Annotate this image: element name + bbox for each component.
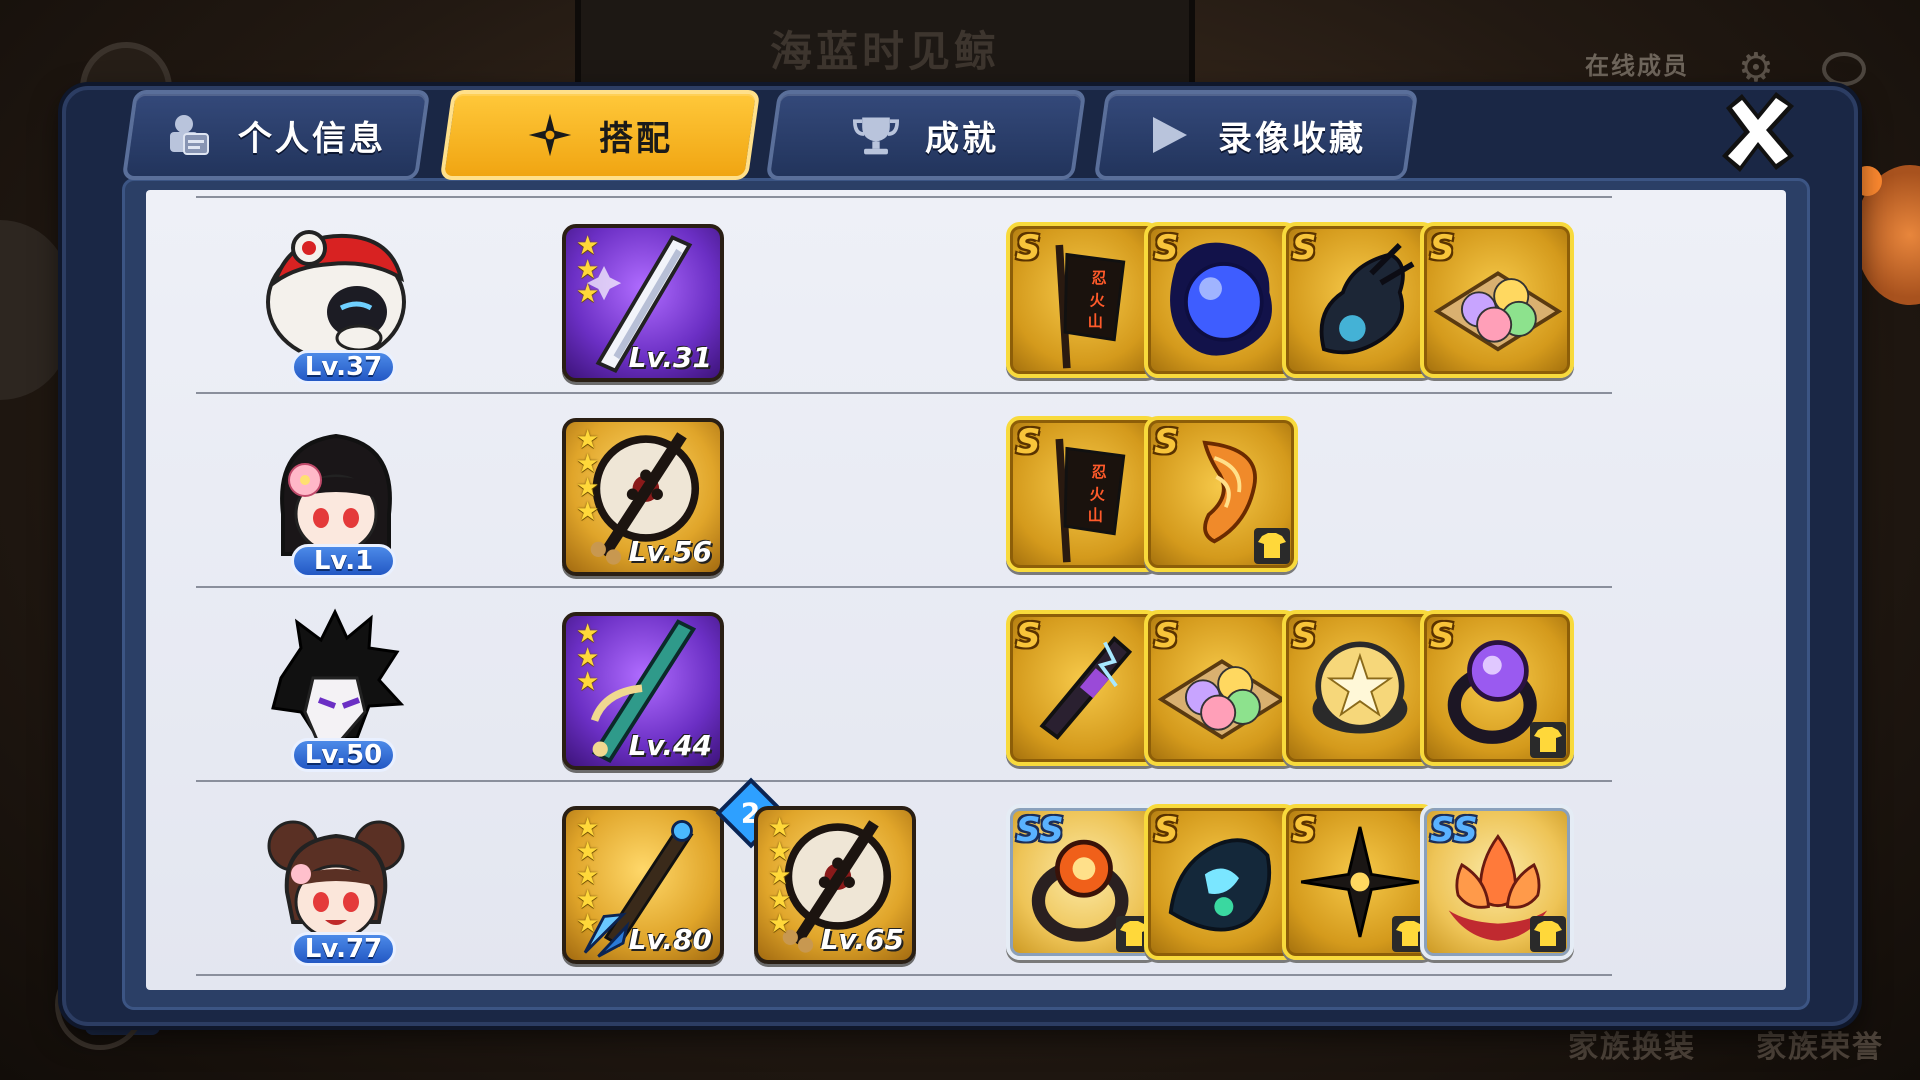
- svg-text:山: 山: [1088, 312, 1103, 330]
- avatar[interactable]: [261, 608, 411, 758]
- item-slot[interactable]: S: [1144, 222, 1298, 378]
- tab-achievements-label: 成就: [925, 118, 999, 159]
- item-slot[interactable]: S: [1006, 610, 1160, 766]
- close-button[interactable]: [1712, 86, 1804, 178]
- profile-card-icon: [166, 112, 212, 158]
- loadout-row: Lv.37 ★ ★ ★ Lv.31 忍 火 山 S S S S: [196, 198, 1612, 393]
- background-family-honor: 家族荣誉: [1756, 1030, 1884, 1065]
- item-slot[interactable]: S: [1420, 222, 1574, 378]
- star-rating: ★ ★ ★: [576, 621, 600, 697]
- weapon-level: Lv.56: [628, 535, 712, 568]
- item-slot[interactable]: S: [1144, 804, 1298, 960]
- star-icon: ★: [576, 909, 600, 939]
- shuriken-icon: [527, 112, 573, 158]
- rank-label: S: [1292, 810, 1317, 850]
- weapon-slot[interactable]: ★ ★ ★ ★ ★ Lv.80: [562, 806, 724, 964]
- background-family-title: 海蓝时见鲸: [769, 27, 1000, 76]
- item-slot[interactable]: S: [1282, 222, 1436, 378]
- star-icon: ★: [576, 497, 600, 527]
- tab-outfit[interactable]: 搭配: [439, 90, 761, 180]
- weapon-level: Lv.44: [628, 729, 712, 762]
- close-icon: [1722, 92, 1794, 172]
- svg-text:火: 火: [1090, 486, 1106, 504]
- avatar[interactable]: [261, 414, 411, 564]
- avatar[interactable]: [261, 220, 411, 370]
- play-icon: [1146, 112, 1192, 158]
- tab-outfit-label: 搭配: [599, 118, 673, 159]
- loadout-row: Lv.77 ★★★★★ Lv.80 2 ★★★★★ Lv.65: [196, 777, 1612, 975]
- rank-label: S: [1154, 422, 1179, 462]
- svg-text:忍: 忍: [1092, 269, 1107, 287]
- costume-icon: [1530, 916, 1566, 952]
- level-badge: Lv.1: [291, 544, 396, 578]
- weapon-level: Lv.65: [820, 923, 904, 956]
- rank-label: S: [1016, 422, 1041, 462]
- background-online-members: 在线成员: [1585, 52, 1689, 80]
- loadout-row: Lv.50 ★ ★ ★ Lv.44 S S S S: [196, 586, 1612, 781]
- rank-label: S: [1154, 616, 1179, 656]
- rank-label: S: [1154, 228, 1179, 268]
- gear-icon: ⚙: [1738, 45, 1774, 91]
- weapon-level: Lv.80: [628, 923, 712, 956]
- star-icon: ★: [576, 279, 600, 309]
- item-slot[interactable]: SS: [1420, 804, 1574, 960]
- rank-label: S: [1292, 616, 1317, 656]
- star-icon: ★: [768, 909, 792, 939]
- item-slot[interactable]: 忍 火 山 S: [1006, 416, 1160, 572]
- star-rating: ★ ★ ★: [576, 233, 600, 309]
- item-slot[interactable]: 忍 火 山 S: [1006, 222, 1160, 378]
- tab-personal-info-label: 个人信息: [238, 118, 386, 159]
- tab-replay-collection-label: 录像收藏: [1218, 118, 1366, 159]
- weapon-slot[interactable]: ★ ★ ★ Lv.31: [562, 224, 724, 382]
- rank-label: S: [1430, 228, 1455, 268]
- costume-icon: [1530, 722, 1566, 758]
- level-badge: Lv.37: [291, 350, 396, 384]
- weapon-slot[interactable]: ★ ★ ★ ★ Lv.56: [562, 418, 724, 576]
- rank-label: SS: [1016, 810, 1064, 850]
- weapon-slot[interactable]: ★ ★ ★ ★ ★ Lv.65: [754, 806, 916, 964]
- background-banner: 海蓝时见鲸: [575, 0, 1195, 95]
- rank-label: S: [1016, 228, 1041, 268]
- background-family-outfit: 家族换装: [1568, 1030, 1696, 1065]
- tab-personal-info[interactable]: 个人信息: [121, 90, 431, 180]
- star-rating: ★ ★ ★ ★: [576, 427, 600, 527]
- item-slot[interactable]: S: [1282, 804, 1436, 960]
- svg-text:忍: 忍: [1092, 463, 1107, 481]
- rank-label: S: [1292, 228, 1317, 268]
- eye-icon: [1822, 52, 1866, 86]
- weapon-level: Lv.31: [628, 341, 712, 374]
- item-slot[interactable]: S: [1144, 416, 1298, 572]
- row-divider: [196, 974, 1612, 976]
- rank-label: SS: [1430, 810, 1478, 850]
- item-slot[interactable]: S: [1144, 610, 1298, 766]
- rank-label: S: [1154, 810, 1179, 850]
- level-badge: Lv.77: [291, 932, 396, 966]
- loadout-row: Lv.1 ★ ★ ★ ★ Lv.56 忍 火 山 S S: [196, 392, 1612, 587]
- rank-label: S: [1430, 616, 1455, 656]
- rank-label: S: [1016, 616, 1041, 656]
- star-icon: ★: [576, 667, 600, 697]
- svg-text:火: 火: [1090, 292, 1106, 310]
- avatar[interactable]: [261, 802, 411, 952]
- tab-replay-collection[interactable]: 录像收藏: [1093, 90, 1419, 180]
- item-slot[interactable]: S: [1420, 610, 1574, 766]
- item-slot[interactable]: SS: [1006, 804, 1160, 960]
- star-rating: ★ ★ ★ ★ ★: [576, 815, 600, 939]
- trophy-icon: [853, 112, 899, 158]
- level-badge: Lv.50: [291, 738, 396, 772]
- weapon-slot[interactable]: ★ ★ ★ Lv.44: [562, 612, 724, 770]
- item-slot[interactable]: S: [1282, 610, 1436, 766]
- svg-text:山: 山: [1088, 506, 1103, 524]
- star-rating: ★ ★ ★ ★ ★: [768, 815, 792, 939]
- costume-icon: [1254, 528, 1290, 564]
- tab-achievements[interactable]: 成就: [765, 90, 1087, 180]
